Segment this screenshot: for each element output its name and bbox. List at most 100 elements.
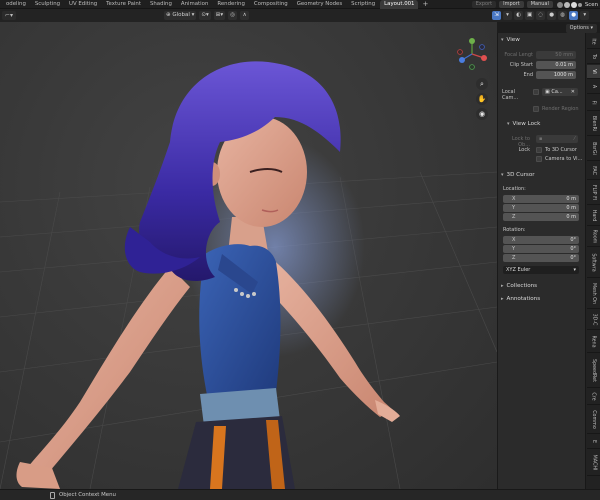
rendered-shading-button[interactable]: ● [569, 11, 579, 20]
local-camera-field[interactable]: ▣ Ca... ✕ [542, 88, 578, 96]
sidebar-tab[interactable]: SpeedRet [587, 354, 600, 388]
render-region-checkbox[interactable] [533, 106, 539, 112]
sidebar-tab[interactable]: E [587, 435, 600, 449]
sidebar-tab[interactable]: Ite [587, 35, 600, 49]
shading-mode-icons[interactable] [556, 1, 582, 9]
sidebar-tab-view[interactable]: Vi [587, 65, 600, 79]
sidebar-tab-label: Fl [591, 100, 596, 105]
collections-title: Collections [506, 283, 538, 289]
close-icon[interactable]: ✕ [571, 88, 575, 96]
sidebar-tab[interactable]: To [587, 50, 600, 64]
xray-button[interactable]: ▣ [525, 11, 535, 20]
view-lock-header[interactable]: ▾ View Lock [507, 121, 540, 127]
sidebar-tab[interactable]: FLIP Fl [587, 181, 600, 205]
sidebar-tab[interactable]: MACHI [587, 450, 600, 476]
sidebar-tab[interactable]: Fl [587, 95, 600, 111]
local-camera-checkbox[interactable] [533, 89, 539, 95]
tab-scripting[interactable]: Scripting [347, 0, 379, 9]
material-shading-button[interactable]: ◍ [558, 11, 568, 20]
overlay-toggle-button[interactable]: ◐ [514, 11, 523, 20]
falloff-button[interactable]: ∧ [240, 11, 250, 20]
chevron-down-icon: ▾ [507, 121, 510, 127]
gizmo-toggle-button[interactable]: ⇲ [492, 11, 501, 20]
overlays-dropdown[interactable]: ▾ [503, 11, 512, 20]
chevron-down-icon: ▾ [189, 12, 195, 18]
export-button[interactable]: Export [471, 1, 497, 8]
annotations-section-header[interactable]: ▸ Annotations [501, 296, 540, 302]
pivot-button[interactable]: ⊙▾ [199, 11, 211, 20]
options-dropdown[interactable]: Options ▾ [565, 24, 597, 33]
camera-view-icon[interactable]: ◉ [476, 108, 488, 120]
manual-button[interactable]: Manual [526, 1, 553, 8]
axis-label: Y [512, 205, 516, 211]
sidebar-tab[interactable]: BsrGi [587, 137, 600, 161]
lock-to-3d-cursor-label: To 3D Cursor [545, 147, 577, 153]
shading-dropdown[interactable]: ▾ [580, 11, 590, 20]
tab-geometry-nodes[interactable]: Geometry Nodes [293, 0, 346, 9]
sidebar-tab-label: Mesh On [591, 283, 597, 304]
clip-end-field[interactable]: 1000 m [536, 71, 576, 79]
import-button[interactable]: Import [499, 1, 524, 8]
tab-animation[interactable]: Animation [177, 0, 212, 9]
sidebar-tab[interactable]: A [587, 80, 600, 94]
cursor-location-y-field[interactable]: Y 0 m [503, 204, 579, 212]
editor-type-button[interactable]: ⌐▾ [2, 11, 16, 20]
tab-modeling[interactable]: odeling [2, 0, 30, 9]
scene-selector[interactable]: Scen [585, 2, 600, 8]
sidebar-tab[interactable]: Softwra [587, 248, 600, 278]
tab-compositing[interactable]: Compositing [250, 0, 292, 9]
tab-texture-paint[interactable]: Texture Paint [102, 0, 145, 9]
lock-to-3d-cursor-checkbox[interactable] [536, 147, 542, 153]
cursor-location-z-field[interactable]: Z 0 m [503, 213, 579, 221]
proportional-icon: ◎ [230, 12, 236, 18]
sidebar-tab[interactable]: BlenRi [587, 112, 600, 136]
3d-cursor-section-header[interactable]: ▾ 3D Cursor [501, 172, 535, 178]
sidebar-tab[interactable]: Mesh On [587, 279, 600, 309]
cursor-location-x-field[interactable]: X 0 m [503, 195, 579, 203]
pan-hand-icon[interactable]: ✋ [476, 93, 488, 105]
solid-shading-button[interactable]: ● [547, 11, 557, 20]
transform-orientation-select[interactable]: ⊕ Global ▾ [164, 11, 197, 20]
tab-layout-001[interactable]: Layout.001 [380, 0, 419, 9]
wireframe-shading-button[interactable]: ◌ [536, 11, 546, 20]
clip-start-field[interactable]: 0.01 m [536, 61, 576, 69]
sidebar-tab-label: Rena [591, 335, 596, 348]
snap-button[interactable]: ⊞▾ [213, 11, 226, 20]
location-label: Location: [503, 186, 526, 192]
sidebar-tab[interactable]: Cre [587, 389, 600, 405]
tab-rendering[interactable]: Rendering [213, 0, 249, 9]
focal-length-field: 50 mm [536, 51, 576, 59]
eyedropper-icon[interactable]: ⁄ [574, 135, 575, 143]
sidebar-tab-label: Ite [591, 38, 596, 45]
tab-sculpting[interactable]: Sculpting [31, 0, 64, 9]
sidebar-tab[interactable]: FAC [587, 162, 600, 180]
add-workspace-button[interactable]: + [419, 0, 431, 9]
cursor-rotation-x-field[interactable]: X 0° [503, 236, 579, 244]
sidebar-tab[interactable]: Commo [587, 406, 600, 434]
rotation-label: Rotation: [503, 227, 526, 233]
3d-viewport[interactable]: ⌕ ✋ ◉ [0, 22, 497, 489]
sidebar-tab[interactable]: 3D-C [587, 310, 600, 330]
collections-section-header[interactable]: ▸ Collections [501, 283, 537, 289]
axis-label: X [512, 196, 516, 202]
sidebar-tab-label: Cre [590, 392, 596, 401]
gizmo-icon: ⇲ [494, 12, 499, 18]
topbar-right: Export Import Manual Scen [471, 0, 600, 9]
cursor-rotation-z-field[interactable]: Z 0° [503, 254, 579, 262]
rotation-mode-select[interactable]: XYZ Euler ▾ [503, 266, 579, 274]
camera-to-view-checkbox[interactable] [536, 156, 542, 162]
navigation-gizmo[interactable] [456, 38, 488, 70]
lock-to-object-field[interactable]: ▪ ⁄ [536, 135, 578, 143]
sidebar-tab[interactable]: Room [587, 227, 600, 247]
field-value: 0 m [566, 205, 576, 211]
tab-uv-editing[interactable]: UV Editing [65, 0, 101, 9]
sidebar-tab[interactable]: Rena [587, 331, 600, 353]
proportional-edit-button[interactable]: ◎ [228, 11, 238, 20]
tab-shading[interactable]: Shading [146, 0, 176, 9]
character-model[interactable] [0, 22, 497, 489]
view-section-header[interactable]: ▾ View [501, 37, 520, 43]
cursor-rotation-y-field[interactable]: Y 0° [503, 245, 579, 253]
sidebar-tab[interactable]: Hard [587, 206, 600, 226]
viewport-header-right: ⇲ ▾ ◐ ▣ ◌ ● ◍ ● ▾ [492, 11, 590, 20]
zoom-icon[interactable]: ⌕ [476, 78, 488, 90]
